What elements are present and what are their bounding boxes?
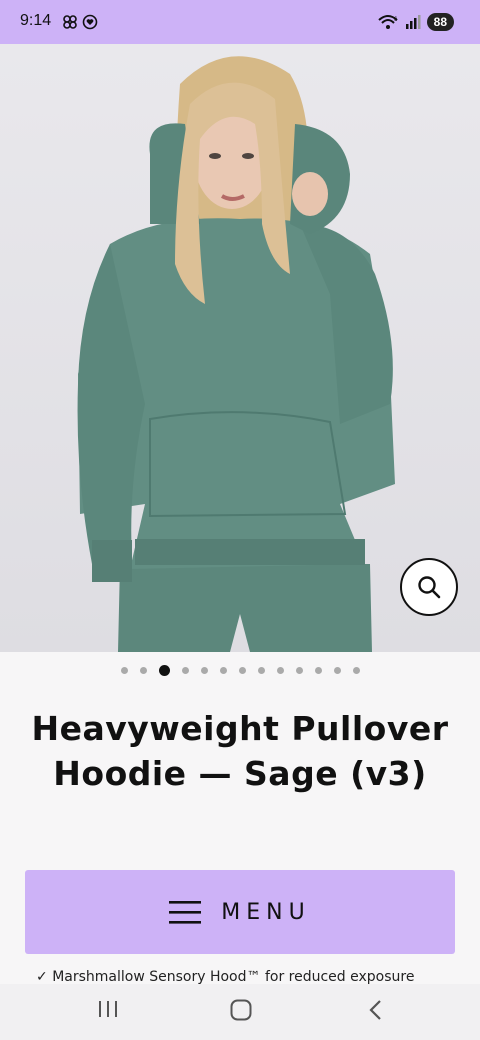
carousel-dot[interactable]: [314, 667, 322, 674]
wifi-label: 6: [394, 17, 398, 23]
carousel-dot[interactable]: [333, 667, 341, 674]
battery-indicator: 88: [426, 13, 454, 31]
system-navigation-bar: [0, 984, 480, 1040]
recent-apps-icon[interactable]: [97, 998, 119, 1020]
back-icon[interactable]: [366, 998, 386, 1022]
home-icon[interactable]: [229, 998, 253, 1022]
carousel-dot[interactable]: [139, 667, 147, 674]
search-icon: [418, 576, 441, 599]
carousel-dot[interactable]: [352, 667, 360, 674]
hamburger-icon: [169, 901, 202, 924]
product-photo: [77, 56, 395, 652]
heart-circle-icon: [83, 14, 98, 30]
menu-button[interactable]: MENU: [25, 870, 455, 954]
product-image[interactable]: [0, 44, 480, 652]
carousel-dot[interactable]: [200, 667, 208, 674]
zoom-button[interactable]: [400, 558, 458, 616]
carousel-dot[interactable]: [276, 667, 284, 674]
menu-label: MENU: [221, 899, 311, 925]
description-bullet: ✓ Marshmallow Sensory Hood™ for reduced …: [36, 970, 415, 984]
carousel-dot[interactable]: [257, 667, 265, 674]
carousel-dot-active[interactable]: [158, 665, 170, 676]
status-bar: 9:14 6 88: [0, 0, 480, 44]
carousel-dot[interactable]: [120, 667, 128, 674]
product-title: Heavyweight Pullover Hoodie — Sage (v3): [31, 709, 449, 793]
carousel-dot[interactable]: [295, 667, 303, 674]
carousel-dot[interactable]: [219, 667, 227, 674]
bullet-text: Marshmallow Sensory Hood™ for reduced ex…: [52, 970, 415, 984]
notification-icons: [62, 14, 98, 30]
status-right: 6 88: [377, 13, 454, 31]
image-carousel-dots: [0, 665, 480, 676]
carousel-dot[interactable]: [238, 667, 246, 674]
signal-icon: [405, 15, 421, 29]
wifi-icon: 6: [377, 15, 398, 29]
carousel-dot[interactable]: [181, 667, 189, 674]
pinwheel-icon: [63, 15, 77, 29]
status-time: 9:14: [20, 12, 52, 29]
